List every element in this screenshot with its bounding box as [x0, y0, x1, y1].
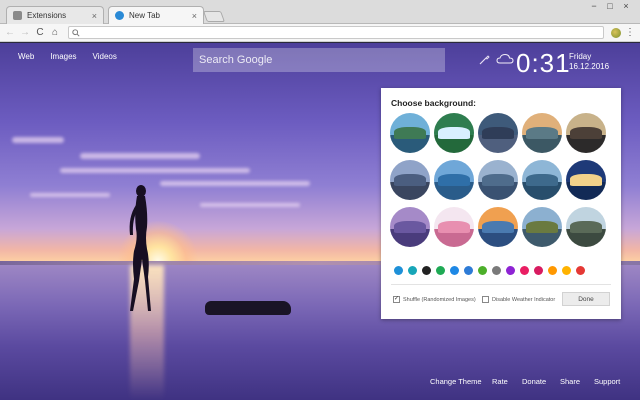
woman-silhouette — [129, 185, 151, 311]
shuffle-checkbox[interactable]: ✓ — [393, 296, 400, 303]
cloud — [12, 137, 64, 143]
change-theme-link[interactable]: Change Theme — [430, 377, 482, 386]
color-swatch[interactable] — [534, 266, 543, 275]
cloud-icon[interactable] — [496, 53, 514, 65]
color-swatch[interactable] — [520, 266, 529, 275]
color-swatch[interactable] — [562, 266, 571, 275]
color-swatches — [394, 266, 585, 275]
background-thumbnail[interactable] — [566, 207, 606, 247]
rock — [205, 301, 291, 315]
cloud — [60, 168, 250, 173]
tab-extensions[interactable]: Extensions × — [6, 6, 104, 24]
shuffle-label: Shuffle (Randomized Images) — [403, 296, 476, 303]
panel-title: Choose background: — [391, 98, 477, 108]
nav-videos[interactable]: Videos — [93, 52, 117, 61]
divider — [391, 284, 611, 285]
menu-icon[interactable]: ⋮ — [624, 27, 636, 39]
footer-links: Change Theme Rate Donate Share Support — [0, 377, 640, 391]
search-input[interactable] — [193, 48, 445, 72]
background-thumbnail[interactable] — [478, 207, 518, 247]
minimize-icon[interactable]: − — [586, 0, 602, 12]
share-link[interactable]: Share — [560, 377, 580, 386]
close-icon[interactable]: × — [192, 11, 197, 21]
background-thumbnail[interactable] — [478, 160, 518, 200]
background-thumbnail[interactable] — [434, 113, 474, 153]
search-icon — [72, 28, 80, 37]
background-thumbnail[interactable] — [390, 207, 430, 247]
window-controls: − □ × — [586, 0, 634, 12]
color-swatch[interactable] — [548, 266, 557, 275]
shuffle-option[interactable]: ✓ Shuffle (Randomized Images) — [393, 296, 476, 303]
background-thumbnails — [390, 113, 606, 247]
tab-new-tab[interactable]: New Tab × — [108, 6, 204, 24]
background-thumbnail[interactable] — [478, 113, 518, 153]
color-swatch[interactable] — [478, 266, 487, 275]
brush-icon[interactable] — [478, 54, 490, 66]
donate-link[interactable]: Donate — [522, 377, 546, 386]
nav-images[interactable]: Images — [50, 52, 76, 61]
maximize-icon[interactable]: □ — [602, 0, 618, 12]
background-thumbnail[interactable] — [522, 207, 562, 247]
rate-link[interactable]: Rate — [492, 377, 508, 386]
clock-day: Friday — [569, 52, 592, 61]
reload-icon[interactable]: C — [34, 27, 46, 39]
forward-icon[interactable]: → — [19, 27, 31, 39]
back-icon[interactable]: ← — [4, 27, 16, 39]
new-tab-button[interactable] — [202, 11, 226, 22]
color-swatch[interactable] — [506, 266, 515, 275]
color-swatch[interactable] — [450, 266, 459, 275]
new-tab-page: Web Images Videos 0:31 Friday 16.12.2016… — [0, 43, 640, 400]
background-picker-panel: Choose background: ✓ Shuffle (Randomized… — [381, 88, 621, 319]
clock-time: 0:31 — [516, 48, 571, 78]
puzzle-icon — [13, 11, 22, 20]
close-icon[interactable]: × — [92, 11, 97, 21]
tab-title: Extensions — [27, 11, 67, 20]
browser-toolbar: ← → C ⌂ ⋮ — [0, 24, 640, 42]
background-thumbnail[interactable] — [566, 113, 606, 153]
color-swatch[interactable] — [576, 266, 585, 275]
cloud — [160, 181, 310, 186]
weather-option[interactable]: Disable Weather Indicator — [482, 296, 555, 303]
background-thumbnail[interactable] — [566, 160, 606, 200]
color-swatch[interactable] — [464, 266, 473, 275]
color-swatch[interactable] — [408, 266, 417, 275]
weather-label: Disable Weather Indicator — [492, 296, 556, 303]
support-link[interactable]: Support — [594, 377, 620, 386]
background-thumbnail[interactable] — [522, 113, 562, 153]
tab-title: New Tab — [129, 11, 160, 20]
background-thumbnail[interactable] — [390, 113, 430, 153]
address-bar[interactable] — [68, 26, 604, 39]
close-window-icon[interactable]: × — [618, 0, 634, 12]
background-thumbnail[interactable] — [434, 160, 474, 200]
page-nav: Web Images Videos — [18, 52, 117, 61]
clock-date: 16.12.2016 — [569, 62, 610, 71]
cloud — [80, 153, 200, 159]
color-swatch[interactable] — [436, 266, 445, 275]
background-thumbnail[interactable] — [434, 207, 474, 247]
background-thumbnail[interactable] — [522, 160, 562, 200]
home-icon[interactable]: ⌂ — [49, 27, 61, 39]
color-swatch[interactable] — [422, 266, 431, 275]
nav-web[interactable]: Web — [18, 52, 34, 61]
color-swatch[interactable] — [394, 266, 403, 275]
tab-strip: Extensions × New Tab × − □ × — [0, 0, 640, 24]
background-thumbnail[interactable] — [390, 160, 430, 200]
color-swatch[interactable] — [492, 266, 501, 275]
cloud — [30, 193, 110, 197]
chrome-tab-icon — [115, 11, 124, 20]
done-button[interactable]: Done — [562, 292, 610, 306]
cloud — [200, 203, 300, 207]
weather-checkbox[interactable] — [482, 296, 489, 303]
extension-icon[interactable] — [611, 27, 621, 38]
